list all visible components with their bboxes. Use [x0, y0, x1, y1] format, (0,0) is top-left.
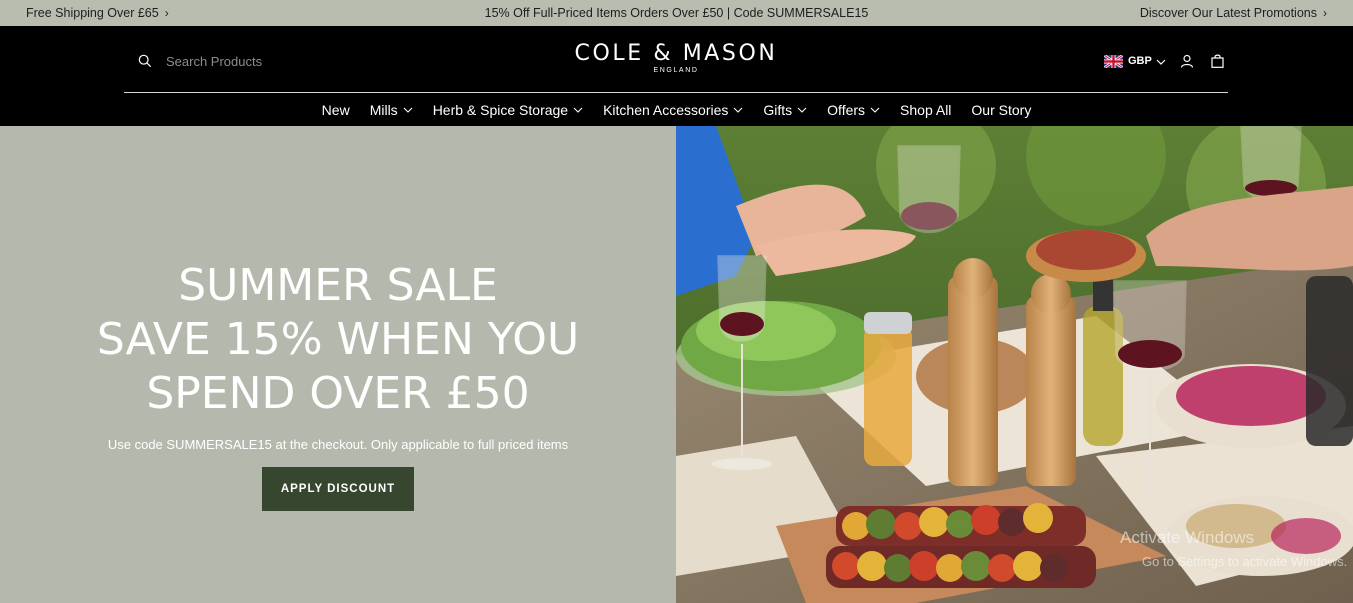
headline-line: SPEND OVER £50	[146, 368, 530, 419]
nav-item-our-story[interactable]: Our Story	[971, 100, 1031, 120]
header-divider	[124, 92, 1228, 93]
headline-line: SUMMER SALE	[178, 260, 498, 311]
nav-label: Herb & Spice Storage	[432, 102, 569, 118]
logo-wordmark: COLE & MASON	[574, 41, 778, 66]
nav-label: New	[321, 102, 350, 118]
chevron-right-icon: ›	[1323, 6, 1327, 20]
search-input[interactable]	[166, 53, 366, 69]
headline-line: SAVE 15% WHEN YOU	[96, 314, 580, 365]
cart-icon[interactable]	[1211, 54, 1224, 68]
chevron-down-icon	[797, 107, 807, 113]
chevron-down-icon	[1156, 52, 1166, 70]
nav-item-offers[interactable]: Offers	[827, 100, 880, 120]
windows-activation-title: Activate Windows	[1120, 528, 1255, 547]
search-icon[interactable]	[138, 54, 152, 68]
uk-flag-icon	[1103, 53, 1124, 69]
brand-logo[interactable]: COLE & MASON ENGLAND	[560, 41, 792, 74]
hero-promo-panel: SUMMER SALE SAVE 15% WHEN YOU SPEND OVER…	[0, 126, 676, 603]
hero-subtext: Use code SUMMERSALE15 at the checkout. O…	[107, 437, 569, 452]
apply-discount-button[interactable]: APPLY DISCOUNT	[262, 467, 414, 511]
chevron-down-icon	[573, 107, 583, 113]
free-shipping-text: Free Shipping Over £65	[26, 6, 159, 20]
main-nav: New Mills Herb & Spice Storage Kitchen A…	[0, 100, 1353, 120]
announcement-bar: Free Shipping Over £65 › 15% Off Full-Pri…	[0, 0, 1353, 26]
chevron-down-icon	[734, 107, 743, 113]
currency-selector[interactable]: GBP	[1103, 52, 1166, 70]
header-utilities: GBP	[1103, 52, 1224, 70]
latest-promotions-link[interactable]: Discover Our Latest Promotions ›	[1140, 6, 1327, 20]
nav-item-gifts[interactable]: Gifts	[763, 100, 807, 120]
chevron-down-icon	[870, 107, 880, 113]
windows-activation-subtitle: Go to Settings to activate Windows.	[1142, 554, 1348, 569]
currency-label: GBP	[1128, 55, 1152, 67]
promo-message: 15% Off Full-Priced Items Orders Over £5…	[484, 6, 869, 20]
latest-promotions-text: Discover Our Latest Promotions	[1139, 6, 1317, 20]
nav-label: Shop All	[900, 102, 952, 118]
nav-item-shop-all[interactable]: Shop All	[900, 100, 951, 120]
nav-label: Gifts	[763, 102, 793, 118]
nav-label: Offers	[827, 102, 866, 118]
nav-label: Our Story	[971, 102, 1032, 118]
free-shipping-link[interactable]: Free Shipping Over £65 ›	[26, 6, 169, 20]
nav-item-mills[interactable]: Mills	[370, 100, 413, 120]
nav-item-new[interactable]: New	[322, 100, 350, 120]
nav-label: Kitchen Accessories	[603, 102, 729, 118]
nav-item-kitchen-accessories[interactable]: Kitchen Accessories	[603, 100, 743, 120]
nav-item-herb-spice-storage[interactable]: Herb & Spice Storage	[433, 100, 583, 120]
chevron-down-icon	[403, 107, 413, 113]
chevron-right-icon: ›	[164, 6, 169, 20]
nav-label: Mills	[369, 102, 398, 118]
hero-headline: SUMMER SALE SAVE 15% WHEN YOU SPEND OVER…	[0, 259, 676, 421]
search-bar	[138, 51, 378, 71]
account-icon[interactable]	[1180, 54, 1194, 68]
site-header: COLE & MASON ENGLAND GBP	[0, 26, 1353, 126]
logo-subtitle: ENGLAND	[653, 67, 699, 74]
